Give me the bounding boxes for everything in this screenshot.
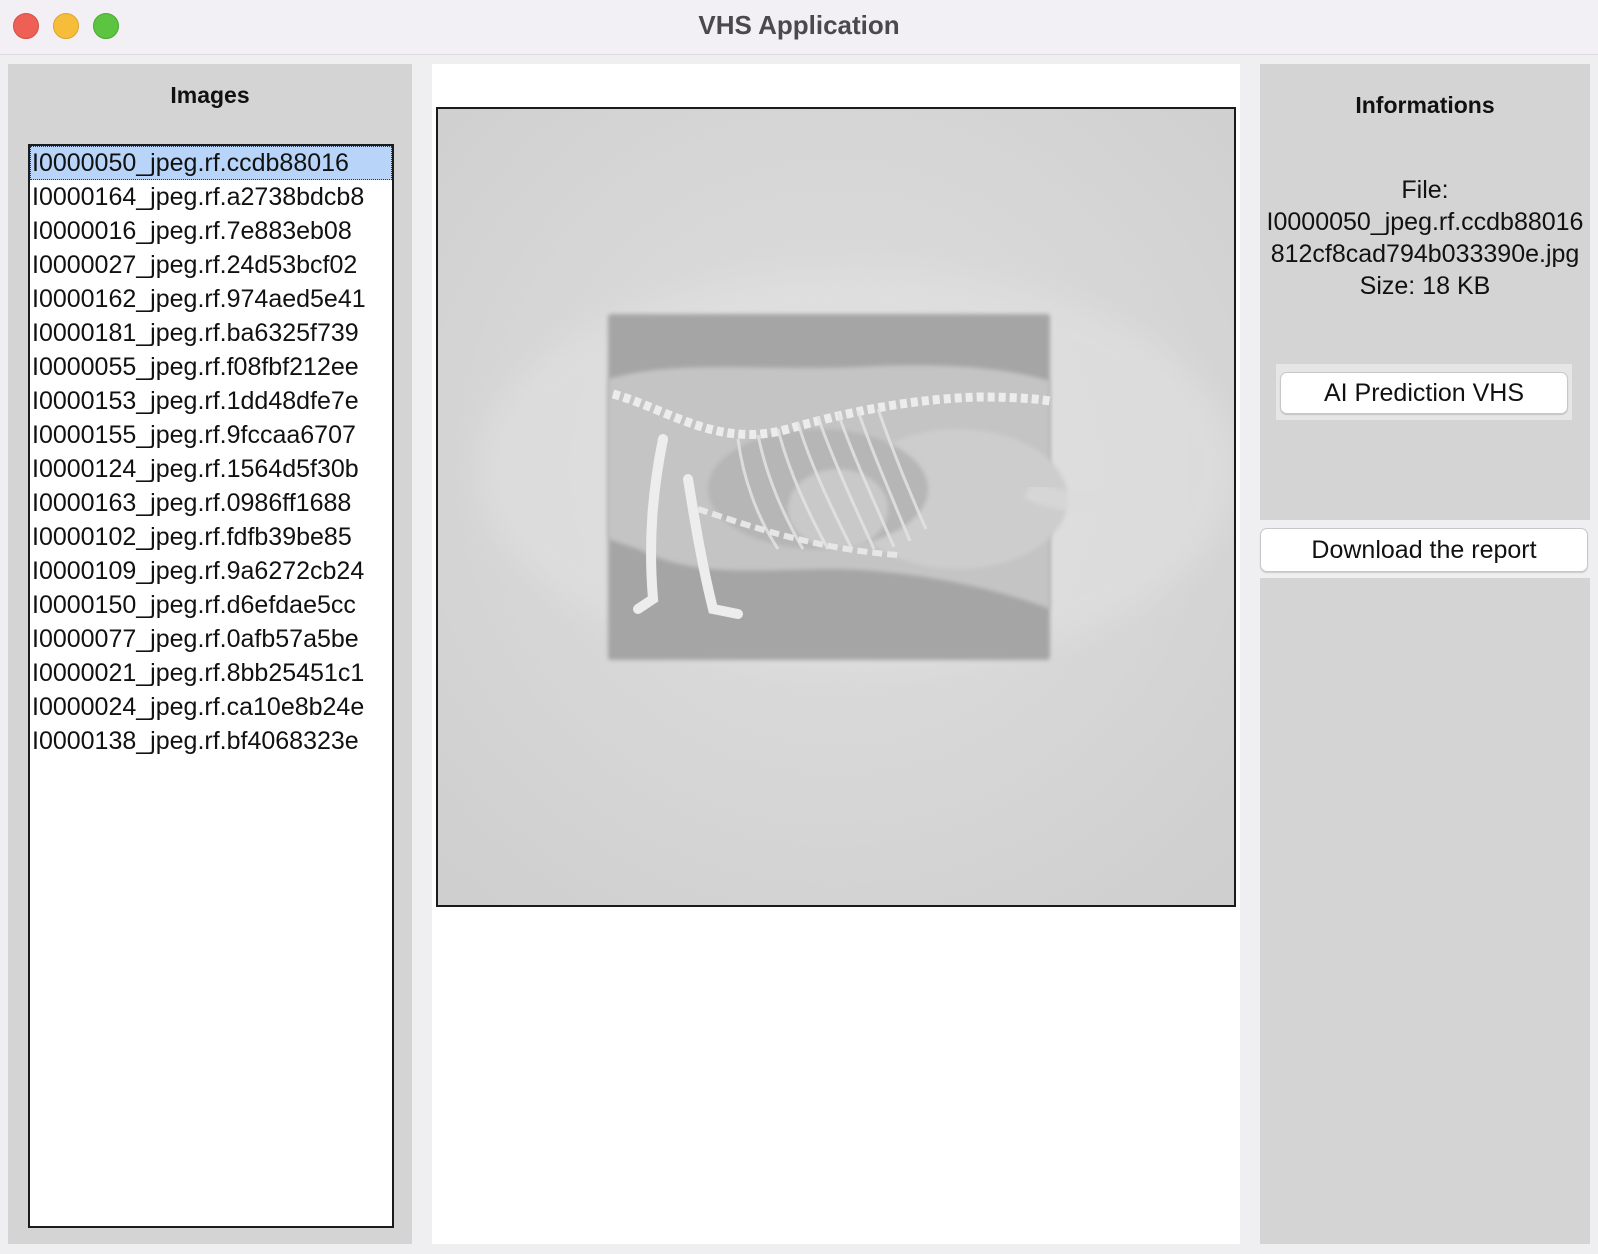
image-list-item[interactable]: I0000155_jpeg.rf.9fccaa6707 bbox=[30, 418, 392, 452]
xray-image bbox=[436, 107, 1236, 907]
image-viewer-panel bbox=[432, 64, 1240, 1244]
images-panel: Images I0000050_jpeg.rf.ccdb88016 I000016… bbox=[8, 64, 412, 1244]
file-size: Size: 18 KB bbox=[1359, 272, 1491, 300]
image-list-item[interactable]: I0000055_jpeg.rf.f08fbf212ee bbox=[30, 350, 392, 384]
download-report-button[interactable]: Download the report bbox=[1260, 528, 1588, 572]
image-list-item[interactable]: I0000163_jpeg.rf.0986ff1688 bbox=[30, 486, 392, 520]
images-heading: Images bbox=[170, 82, 250, 108]
image-list-item[interactable]: I0000027_jpeg.rf.24d53bcf02 bbox=[30, 248, 392, 282]
image-list-item[interactable]: I0000024_jpeg.rf.ca10e8b24e bbox=[30, 690, 392, 724]
info-panel: Informations File: I0000050_jpeg.rf.ccdb… bbox=[1260, 64, 1590, 520]
image-list-item[interactable]: I0000124_jpeg.rf.1564d5f30b bbox=[30, 452, 392, 486]
report-panel bbox=[1260, 578, 1590, 1244]
file-info: File: I0000050_jpeg.rf.ccdb88016 812cf8c… bbox=[1260, 174, 1590, 302]
image-list-item[interactable]: I0000102_jpeg.rf.fdfb39be85 bbox=[30, 520, 392, 554]
xray-radiograph-graphic bbox=[438, 109, 1234, 905]
image-listbox[interactable]: I0000050_jpeg.rf.ccdb88016 I0000164_jpeg.… bbox=[28, 144, 394, 1228]
image-list-item[interactable]: I0000021_jpeg.rf.8bb25451c1 bbox=[30, 656, 392, 690]
image-list-item[interactable]: I0000162_jpeg.rf.974aed5e41 bbox=[30, 282, 392, 316]
image-list-item[interactable]: I0000150_jpeg.rf.d6efdae5cc bbox=[30, 588, 392, 622]
ai-prediction-vhs-button[interactable]: AI Prediction VHS bbox=[1280, 372, 1568, 414]
title-bar: VHS Application bbox=[0, 0, 1598, 55]
image-list-item[interactable]: I0000153_jpeg.rf.1dd48dfe7e bbox=[30, 384, 392, 418]
info-heading: Informations bbox=[1355, 92, 1495, 118]
predict-button-frame: AI Prediction VHS bbox=[1276, 364, 1572, 420]
image-list-item[interactable]: I0000109_jpeg.rf.9a6272cb24 bbox=[30, 554, 392, 588]
image-list-item[interactable]: I0000077_jpeg.rf.0afb57a5be bbox=[30, 622, 392, 656]
file-name-line-1: I0000050_jpeg.rf.ccdb88016 bbox=[1266, 208, 1584, 236]
window-title: VHS Application bbox=[698, 10, 900, 40]
image-list-item[interactable]: I0000050_jpeg.rf.ccdb88016 bbox=[30, 146, 392, 180]
app-window: VHS Application Images I0000050_jpeg.rf.… bbox=[0, 0, 1598, 1254]
image-list-item[interactable]: I0000138_jpeg.rf.bf4068323e bbox=[30, 724, 392, 758]
image-list-item[interactable]: I0000181_jpeg.rf.ba6325f739 bbox=[30, 316, 392, 350]
image-list-item[interactable]: I0000164_jpeg.rf.a2738bdcb8 bbox=[30, 180, 392, 214]
image-list-item[interactable]: I0000016_jpeg.rf.7e883eb08 bbox=[30, 214, 392, 248]
file-label: File: bbox=[1401, 176, 1449, 204]
file-name-line-2: 812cf8cad794b033390e.jpg bbox=[1270, 240, 1580, 268]
